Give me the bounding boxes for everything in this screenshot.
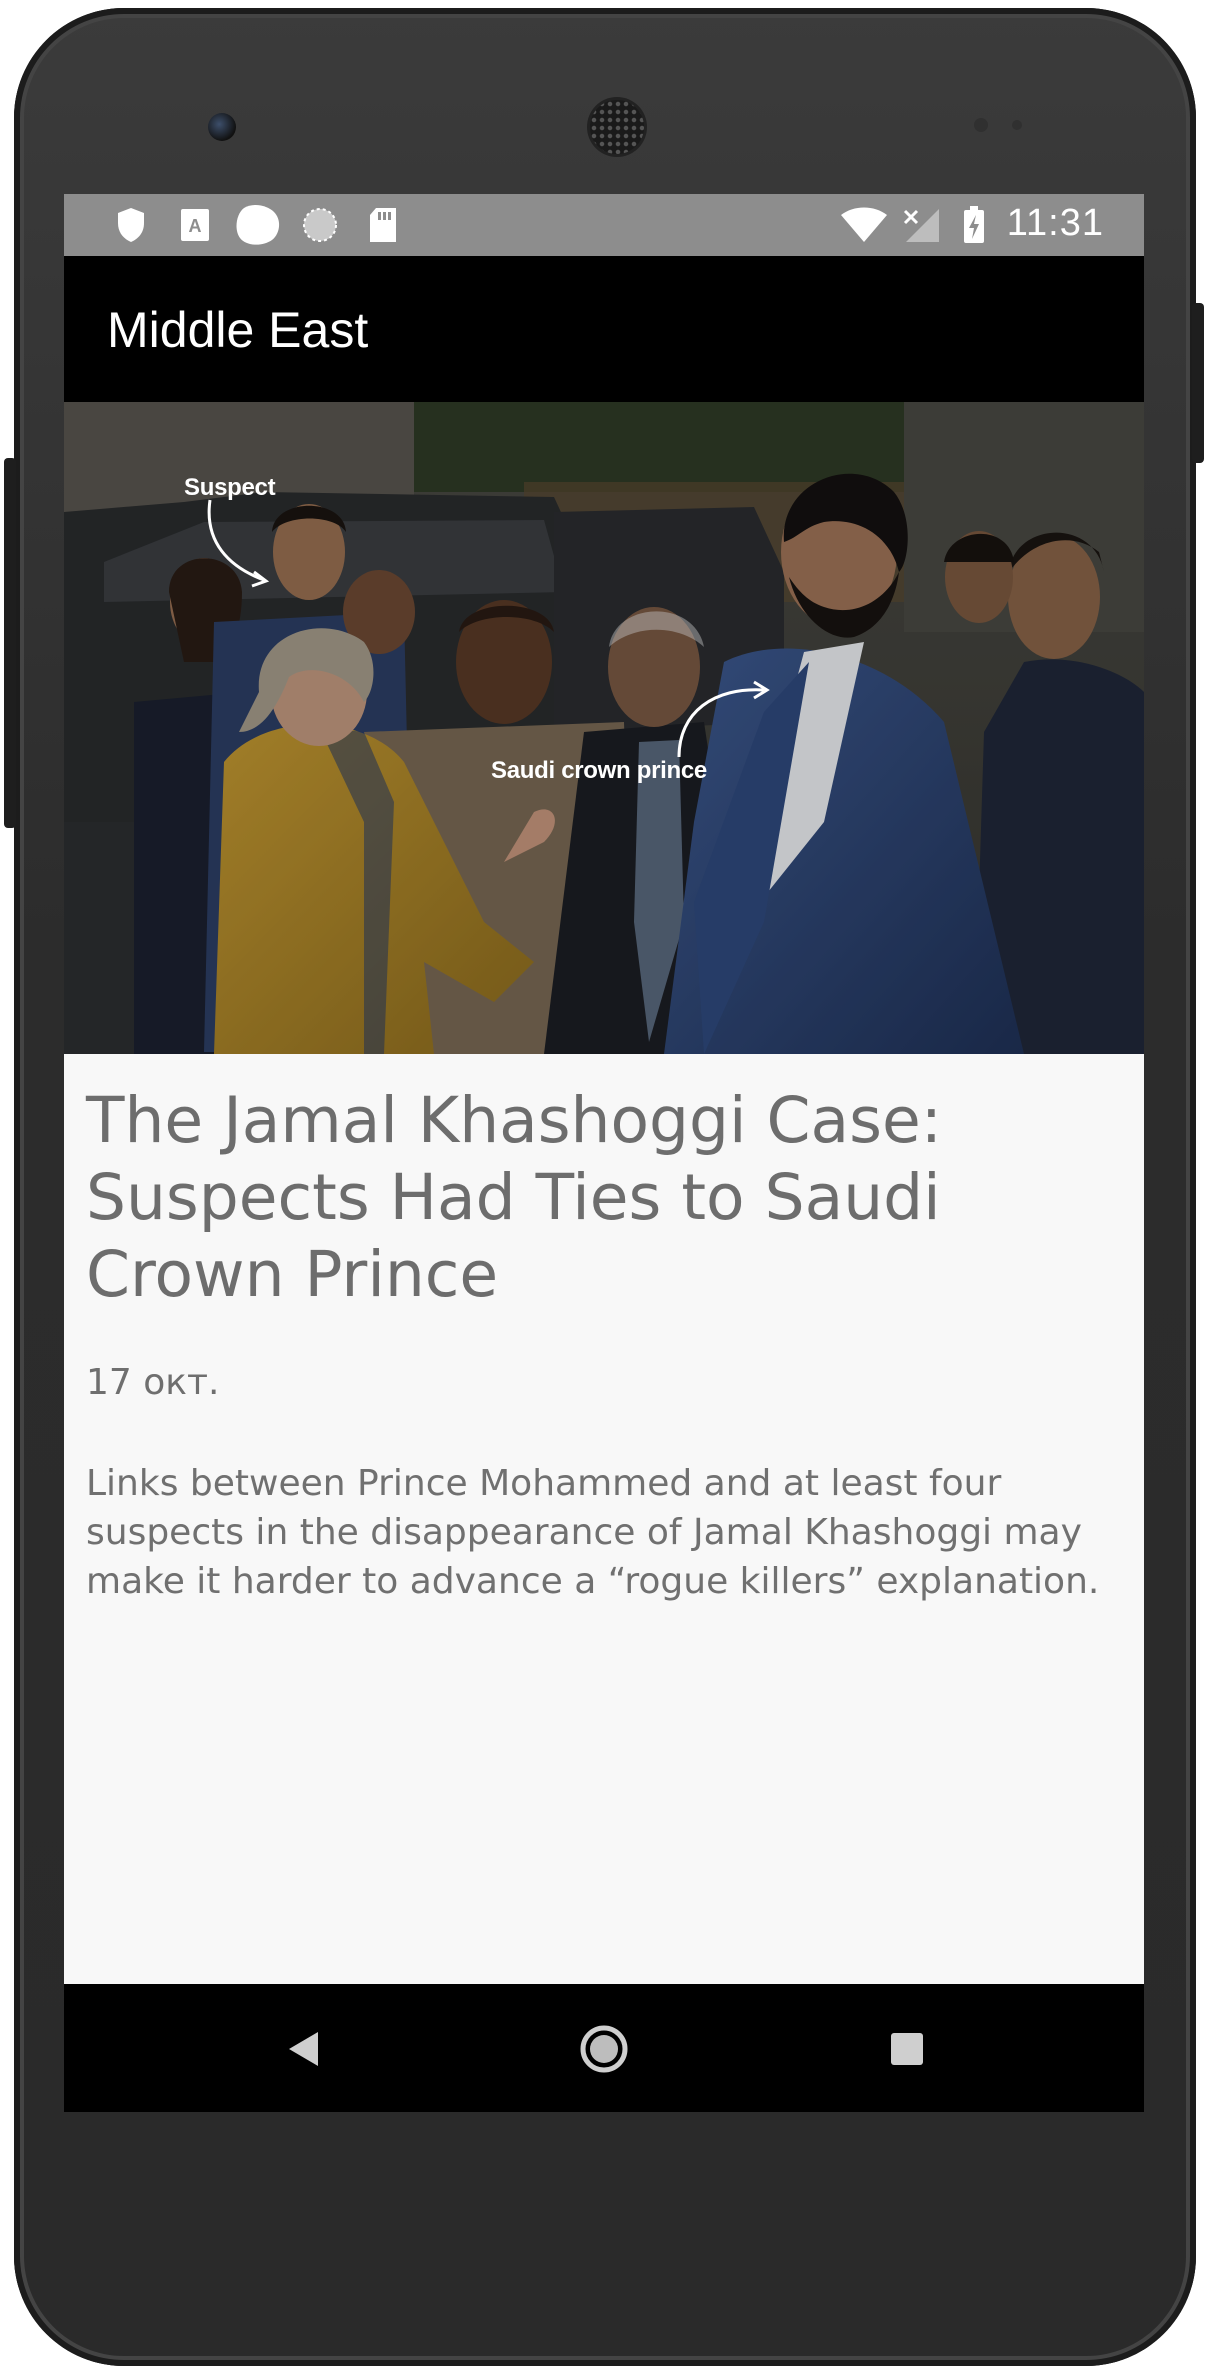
shield-icon	[114, 206, 148, 244]
earpiece-speaker	[590, 100, 644, 154]
sd-card-icon	[366, 206, 400, 244]
annotation-suspect: Suspect	[184, 474, 276, 501]
screen: A 11:31 Middle East Suspect Saudi crown …	[64, 194, 1144, 2112]
home-icon[interactable]	[569, 2014, 639, 2084]
battery-charging-icon	[962, 206, 986, 244]
status-bar: A 11:31	[64, 194, 1144, 256]
recents-icon[interactable]	[872, 2014, 942, 2084]
article-date: 17 окт.	[86, 1362, 220, 1403]
article-headline[interactable]: The Jamal Khashoggi Case: Suspects Had T…	[86, 1082, 1116, 1313]
cell-signal-off-icon	[902, 206, 942, 244]
power-button	[1192, 303, 1204, 463]
page-title: Middle East	[107, 302, 369, 358]
volume-button	[4, 458, 16, 828]
app-bar: Middle East	[64, 256, 1144, 402]
light-sensor	[1012, 120, 1022, 130]
annotation-crown-prince: Saudi crown prince	[491, 757, 707, 784]
proximity-sensor	[974, 118, 988, 132]
article-summary: Links between Prince Mohammed and at lea…	[86, 1463, 1100, 1602]
svg-text:A: A	[189, 216, 202, 236]
back-icon[interactable]	[269, 2014, 339, 2084]
front-camera	[208, 113, 236, 141]
dotted-circle-icon	[300, 206, 340, 244]
article-content: The Jamal Khashoggi Case: Suspects Had T…	[64, 1054, 1144, 1984]
article-hero-image[interactable]: Suspect Saudi crown prince	[64, 402, 1144, 1054]
system-nav-bar	[64, 1984, 1144, 2112]
wifi-icon	[839, 206, 889, 244]
status-clock: 11:31	[1006, 202, 1104, 244]
text-a-icon: A	[178, 206, 212, 244]
blob-app-icon	[232, 205, 284, 245]
